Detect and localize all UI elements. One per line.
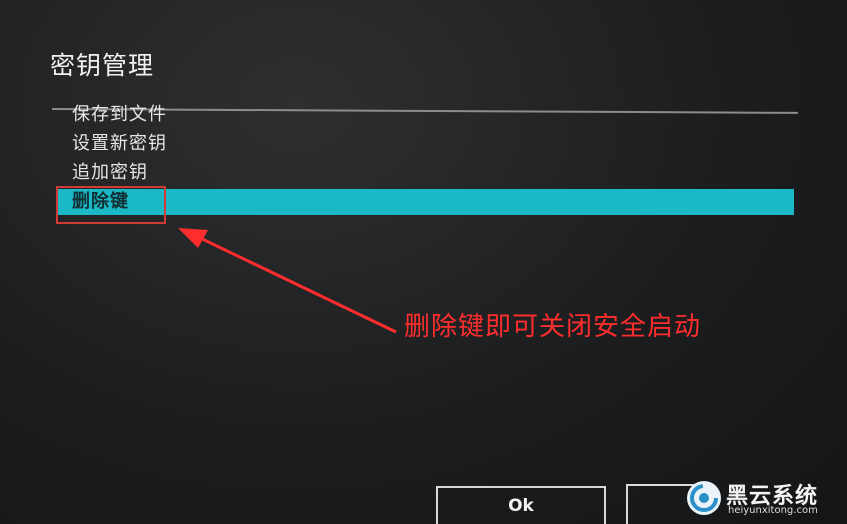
annotation-highlight-box (56, 186, 166, 224)
swirl-logo-icon (687, 481, 721, 515)
menu-item-delete-key[interactable]: 删除键 (58, 189, 794, 215)
menu-item-set-new-key[interactable]: 设置新密钥 (58, 129, 794, 158)
watermark-domain: heiyunxitong.com (728, 505, 818, 516)
annotation-text: 删除键即可关闭安全启动 (404, 312, 702, 342)
dialog-title: 密钥管理 (50, 51, 155, 80)
menu-item-append-key[interactable]: 追加密钥 (58, 158, 794, 187)
key-management-menu: 保存到文件 设置新密钥 追加密钥 删除键 (58, 100, 794, 215)
menu-item-save-to-file[interactable]: 保存到文件 (58, 100, 794, 129)
watermark: 黑云系统 heiyunxitong.com (682, 478, 842, 520)
ok-button[interactable]: Ok (436, 486, 606, 524)
